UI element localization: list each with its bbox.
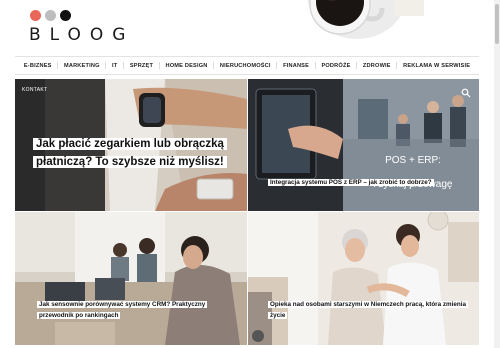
- scrollbar-thumb[interactable]: [495, 4, 499, 44]
- page-scrollbar[interactable]: [494, 0, 500, 348]
- featured-posts-grid: Jak płacić zegarkiem lub obrączką płatni…: [15, 79, 479, 345]
- post-card-pos-erp[interactable]: POS + ERP: i zyskaj przewagę Integracja …: [248, 79, 479, 211]
- nav-item-e-biznes[interactable]: E-BIZNES: [24, 63, 52, 69]
- dot-black: [60, 10, 71, 21]
- post-title[interactable]: Opieka nad osobami starszymi w Niemczech…: [268, 300, 468, 321]
- contact-link[interactable]: KONTAKT: [22, 87, 47, 93]
- post-title[interactable]: Integracja systemu POS z ERP – jak zrobi…: [268, 178, 458, 189]
- post-image-elderly-care: [248, 212, 479, 345]
- nav-item-finanse[interactable]: FINANSE: [283, 63, 309, 69]
- post-card-crm[interactable]: Jak sensownie porównywać systemy CRM? Pr…: [15, 212, 247, 345]
- nav-item-marketing[interactable]: MARKETING: [64, 63, 100, 69]
- post-image-pos-erp: [248, 79, 479, 211]
- nav-divider: [213, 62, 215, 69]
- nav-item-nieruchomosci[interactable]: NIERUCHOMOŚCI: [220, 63, 271, 69]
- nav-divider: [356, 62, 358, 69]
- nav-item-zdrowie[interactable]: ZDROWIE: [363, 63, 391, 69]
- nav-item-podroze[interactable]: PODRÓŻE: [321, 63, 350, 69]
- coffee-cup-image: [282, 0, 432, 52]
- dot-red: [30, 10, 41, 21]
- post-card-smartwatch[interactable]: Jak płacić zegarkiem lub obrączką płatni…: [15, 79, 247, 211]
- dot-grey: [45, 10, 56, 21]
- post-title[interactable]: Jak sensownie porównywać systemy CRM? Pr…: [37, 300, 237, 321]
- nav-item-it[interactable]: IT: [112, 63, 117, 69]
- nav-divider: [314, 62, 316, 69]
- main-nav: E-BIZNES MARKETING IT SPRZĘT HOME DESIGN…: [15, 56, 479, 75]
- nav-divider: [158, 62, 160, 69]
- nav-item-reklama[interactable]: REKLAMA W SERWISIE: [403, 63, 470, 69]
- nav-divider: [57, 62, 59, 69]
- nav-item-sprzet[interactable]: SPRZĘT: [130, 63, 153, 69]
- nav-divider: [276, 62, 278, 69]
- nav-divider: [396, 62, 398, 69]
- post-title[interactable]: Jak płacić zegarkiem lub obrączką płatni…: [33, 135, 229, 173]
- search-icon[interactable]: [461, 85, 471, 98]
- logo-dots: [30, 10, 71, 21]
- post-image-crm: [15, 212, 247, 345]
- post-card-elderly-care[interactable]: Opieka nad osobami starszymi w Niemczech…: [248, 212, 479, 345]
- nav-divider: [105, 62, 107, 69]
- site-logo[interactable]: BLOOG: [29, 25, 134, 45]
- site-header: BLOOG: [0, 0, 494, 55]
- nav-item-home-design[interactable]: HOME DESIGN: [166, 63, 208, 69]
- nav-divider: [123, 62, 125, 69]
